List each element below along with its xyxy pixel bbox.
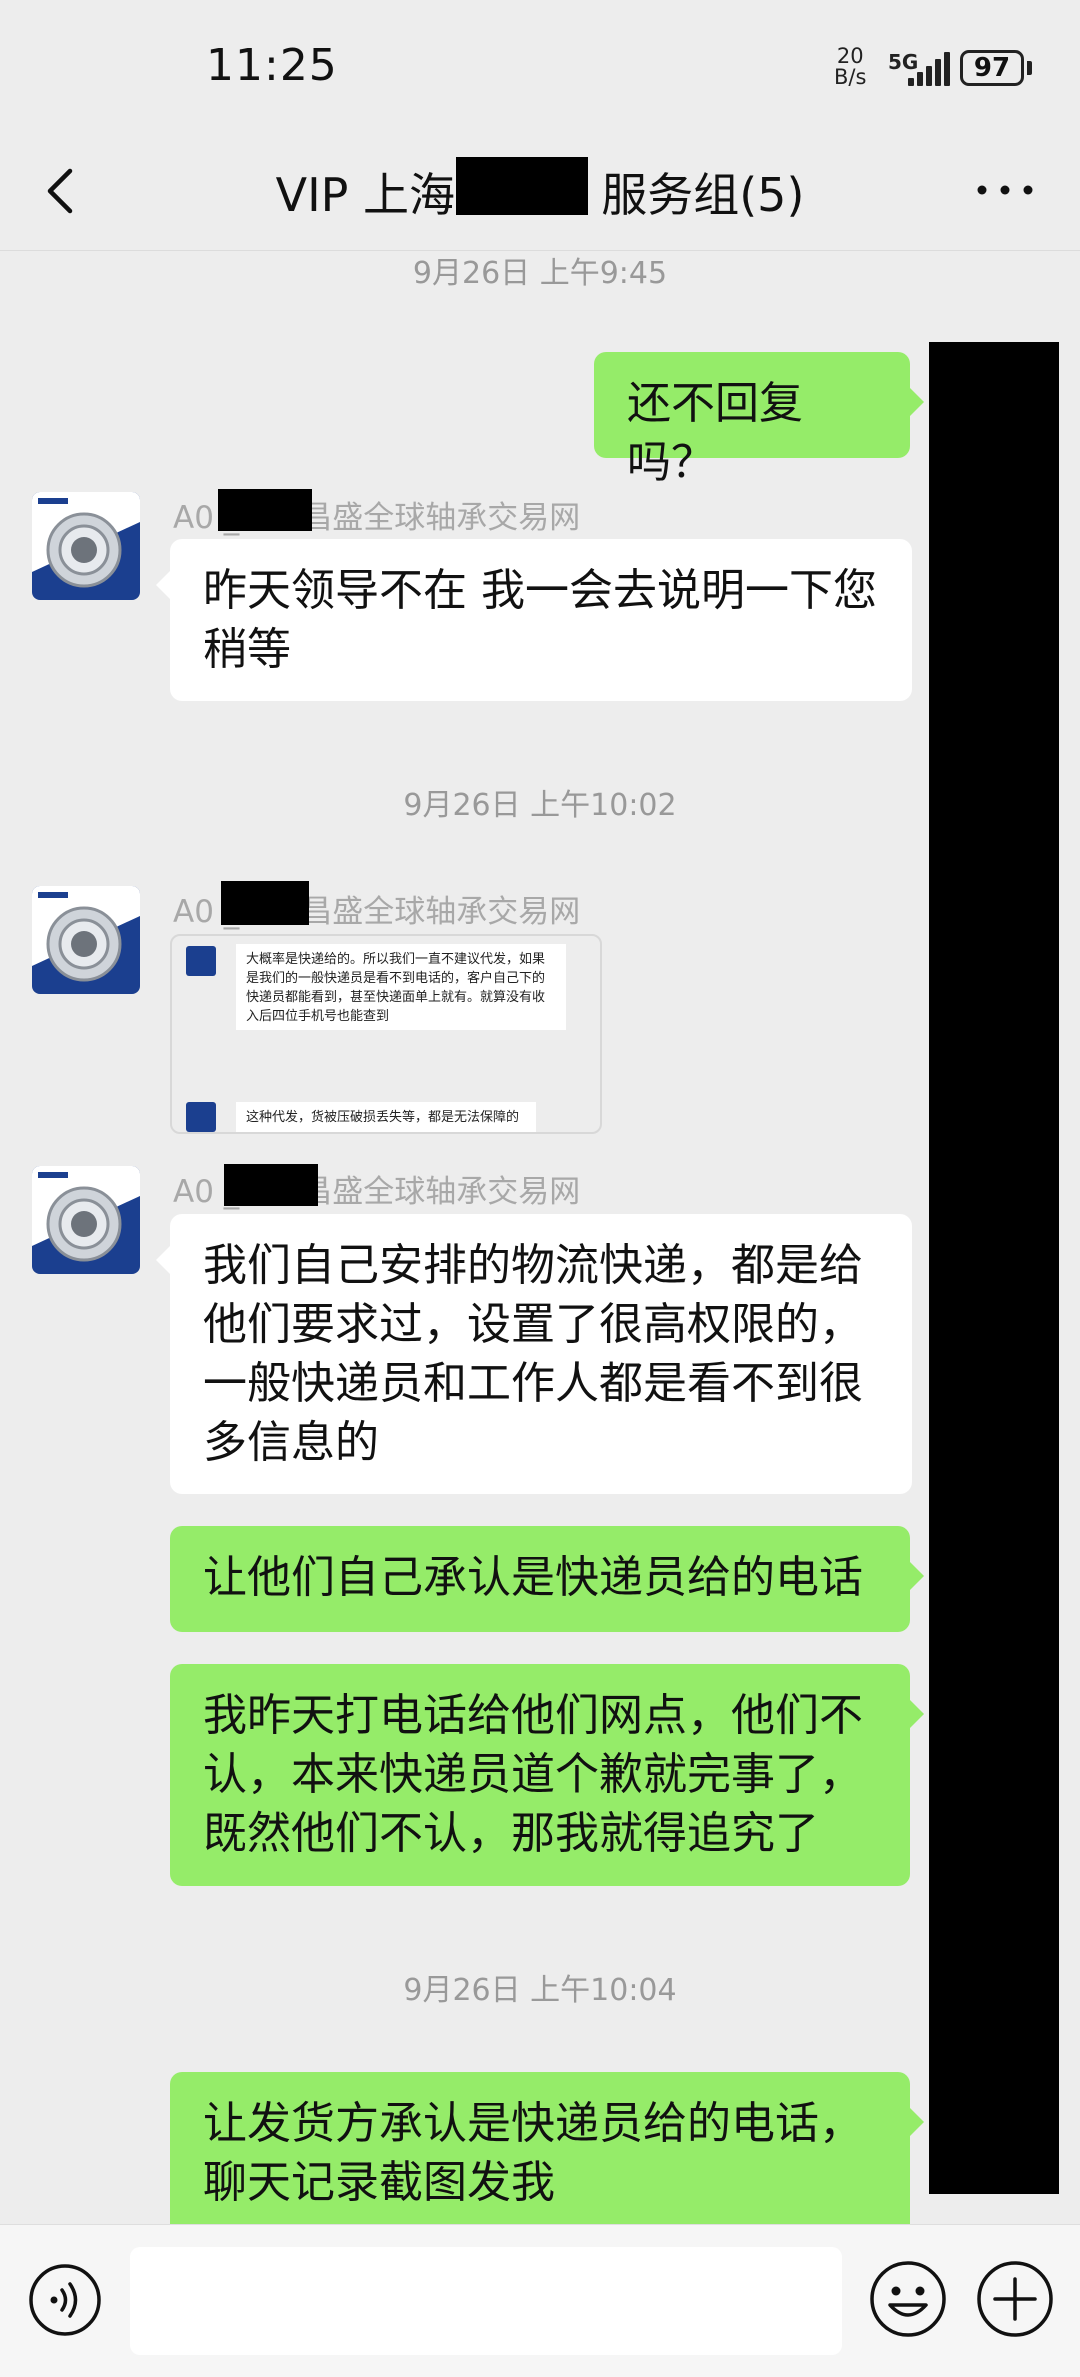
battery-icon: 97 (960, 50, 1024, 86)
redaction-box (218, 489, 312, 531)
more-button[interactable] (970, 155, 1040, 225)
emoji-icon (870, 2261, 946, 2337)
bearing-avatar-icon (32, 1166, 140, 1274)
redaction-box (224, 1164, 318, 1206)
message-bubble-outgoing[interactable]: 还不回复吗？ (594, 352, 924, 488)
voice-icon (29, 2264, 101, 2336)
timestamp: 9月26日 上午10:02 (403, 788, 677, 823)
emoji-button[interactable] (868, 2259, 948, 2339)
more-dots-icon (977, 185, 1033, 195)
input-bar (0, 2224, 1080, 2377)
redaction-box (929, 342, 1059, 2194)
timestamp: 9月26日 上午10:04 (403, 1973, 677, 2008)
avatar-thumbnail-icon (186, 1102, 216, 1132)
avatar-thumbnail-icon (186, 946, 216, 976)
message-bubble-incoming[interactable]: 昨天领导不在 我一会去说明一下您稍等 (156, 539, 912, 701)
bearing-avatar-icon (32, 492, 140, 600)
plus-icon (977, 2261, 1053, 2337)
redaction-box (221, 881, 309, 925)
status-time: 11:25 (206, 40, 338, 91)
signal-icon (908, 52, 950, 86)
chat-header: VIP 上海 服务组(5) (0, 135, 1080, 251)
image-quote-text: 这种代发，货被压破损丢失等，都是无法保障的 (236, 1102, 536, 1132)
avatar[interactable] (32, 1166, 140, 1274)
message-bubble-outgoing[interactable]: 让发货方承认是快递员给的电话，聊天记录截图发我 (170, 2072, 924, 2238)
message-bubble-outgoing[interactable]: 让他们自己承认是快递员给的电话 (170, 1526, 924, 1632)
avatar[interactable] (32, 886, 140, 994)
net-speed: 20 B/s (834, 44, 867, 89)
voice-button[interactable] (28, 2263, 102, 2337)
status-bar: 11:25 20 B/s 5G 97 (0, 0, 1080, 135)
redaction-box (456, 157, 588, 215)
avatar[interactable] (32, 492, 140, 600)
bearing-avatar-icon (32, 886, 140, 994)
more-functions-button[interactable] (975, 2259, 1055, 2339)
timestamp: 9月26日 上午9:45 (412, 256, 668, 291)
message-bubble-incoming[interactable]: 我们自己安排的物流快递，都是给他们要求过，设置了很高权限的，一般快递员和工作人都… (156, 1214, 912, 1494)
image-message[interactable]: 大概率是快递给的。所以我们一直不建议代发，如果是我们的一般快递员是看不到电话的，… (170, 934, 602, 1134)
message-bubble-outgoing[interactable]: 我昨天打电话给他们网点，他们不认，本来快递员道个歉就完事了，既然他们不认，那我就… (170, 1664, 924, 1886)
image-quote-text: 大概率是快递给的。所以我们一直不建议代发，如果是我们的一般快递员是看不到电话的，… (236, 944, 566, 1030)
message-input[interactable] (130, 2247, 842, 2355)
battery-tip (1027, 61, 1032, 75)
